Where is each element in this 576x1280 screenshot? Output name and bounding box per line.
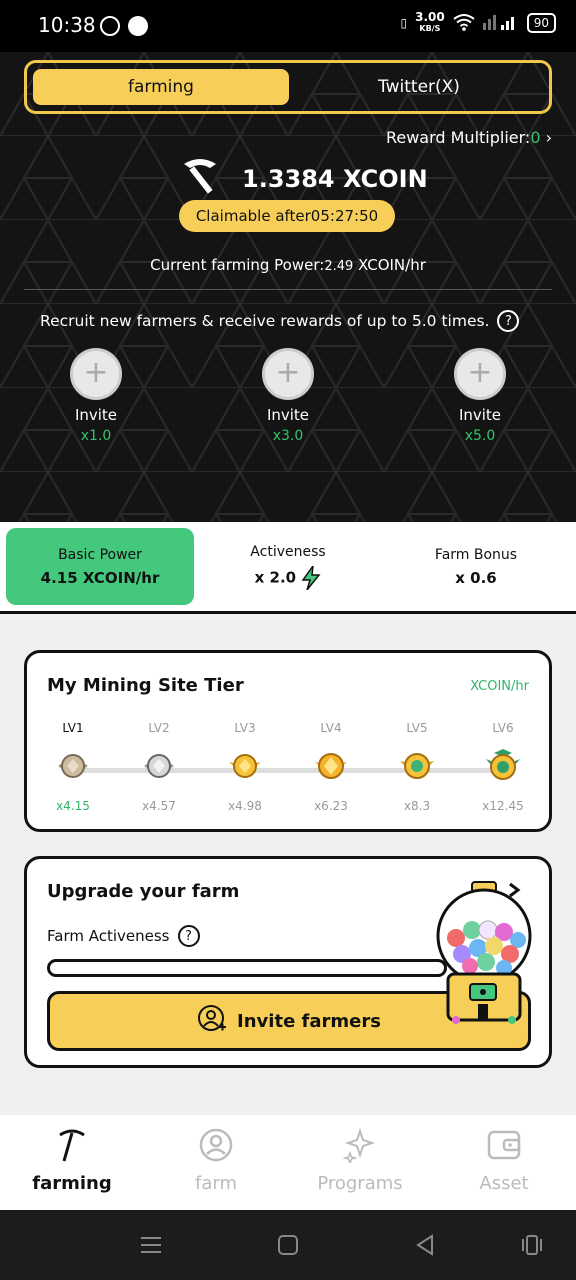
pickaxe-icon	[180, 156, 224, 202]
gumball-machine-icon[interactable]	[426, 880, 542, 1030]
wallet-icon	[487, 1130, 521, 1160]
tier-level-3: LV3 x4.98	[228, 721, 262, 813]
signal-icon	[482, 13, 519, 34]
mining-tier-card: My Mining Site Tier XCOIN/hr LV1 x4.15 L…	[24, 650, 552, 832]
background-pattern	[0, 52, 576, 522]
reward-multiplier-link[interactable]: Reward Multiplier:0 ›	[386, 128, 552, 147]
add-user-icon	[197, 1004, 227, 1039]
lightning-icon	[301, 562, 321, 590]
balance-unit: XCOIN	[342, 165, 428, 193]
balance-display: 1.3384 XCOIN	[180, 156, 428, 202]
current-power: Current farming Power:2.49 XCOIN/hr	[150, 256, 426, 274]
chevron-right-icon: ›	[545, 128, 552, 147]
home-icon[interactable]	[277, 1234, 299, 1256]
screen-toggle-icon[interactable]	[520, 1234, 544, 1256]
nav-farming[interactable]: farming	[12, 1127, 132, 1194]
invite-slot-3[interactable]: + Invite x5.0	[435, 348, 525, 444]
tier-level-5: LV5 x8.3	[387, 721, 447, 813]
balance-amount: 1.3384	[242, 165, 335, 193]
user-icon	[199, 1128, 233, 1162]
tier-level-1: LV1 x4.15	[56, 721, 90, 813]
plus-icon[interactable]: +	[70, 348, 122, 400]
badge-lv1-icon	[58, 754, 88, 778]
badge-lv6-icon	[486, 749, 520, 780]
vibrate-icon: ▯	[400, 16, 408, 30]
badge-lv3-icon	[229, 754, 261, 778]
tab-twitter[interactable]: Twitter(X)	[289, 69, 549, 105]
tier-unit: XCOIN/hr	[470, 679, 529, 694]
divider	[24, 289, 552, 290]
net-speed: 3.00 KB/S	[415, 10, 445, 33]
top-tabs: farming Twitter(X)	[24, 60, 552, 114]
plus-icon[interactable]: +	[262, 348, 314, 400]
badge-lv4-icon	[315, 753, 347, 779]
back-icon[interactable]	[414, 1234, 436, 1256]
help-icon[interactable]: ?	[497, 310, 520, 332]
tier-level-2: LV2 x4.57	[142, 721, 176, 813]
pickaxe-icon	[59, 1129, 85, 1162]
stat-basic-power: Basic Power 4.15 XCOIN/hr	[6, 528, 194, 605]
recruit-text: Recruit new farmers & receive rewards of…	[40, 310, 520, 332]
status-bar: 10:38 ▯ 3.00 KB/S 90	[0, 0, 576, 52]
system-nav-bar	[0, 1210, 576, 1280]
wifi-icon	[453, 13, 475, 34]
invite-slot-2[interactable]: + Invite x3.0	[243, 348, 333, 444]
tab-farming[interactable]: farming	[33, 69, 289, 105]
app-notification-icon	[128, 16, 148, 36]
menu-icon[interactable]	[140, 1234, 162, 1256]
status-time: 10:38	[38, 13, 96, 37]
sparkle-icon	[342, 1127, 376, 1166]
farm-activeness-label: Farm Activeness ?	[47, 925, 200, 947]
nav-asset[interactable]: Asset	[444, 1127, 564, 1194]
claim-timer-badge: Claimable after05:27:50	[179, 200, 395, 232]
messenger-icon	[100, 16, 120, 36]
bottom-nav: farming farm Programs Asset	[0, 1115, 576, 1210]
plus-icon[interactable]: +	[454, 348, 506, 400]
tier-title: My Mining Site Tier	[47, 675, 244, 696]
battery-indicator: 90	[526, 13, 556, 33]
stat-activeness: Activeness x 2.0	[196, 528, 380, 605]
nav-programs[interactable]: Programs	[300, 1127, 420, 1194]
power-stats: Basic Power 4.15 XCOIN/hr Activeness x 2…	[0, 522, 576, 614]
invite-slot-1[interactable]: + Invite x1.0	[51, 348, 141, 444]
help-icon[interactable]: ?	[177, 925, 200, 947]
tier-level-6: LV6 x12.45	[482, 721, 524, 813]
stat-farm-bonus: Farm Bonus x 0.6	[434, 546, 518, 587]
badge-lv5-icon	[400, 753, 434, 779]
activeness-progress-bar	[47, 959, 447, 977]
badge-lv2-icon	[144, 754, 174, 778]
upgrade-title: Upgrade your farm	[47, 881, 240, 902]
nav-farm[interactable]: farm	[156, 1127, 276, 1194]
farming-panel: farming Twitter(X) Reward Multiplier:0 ›…	[0, 52, 576, 522]
tier-level-4: LV4 x6.23	[314, 721, 348, 813]
